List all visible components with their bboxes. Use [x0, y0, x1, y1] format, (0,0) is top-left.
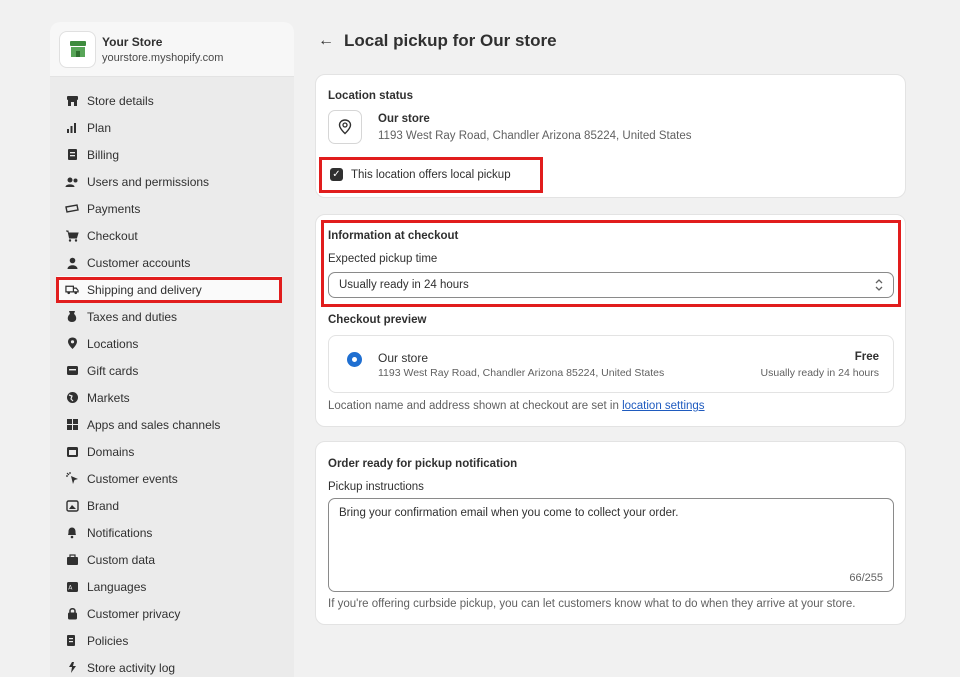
back-arrow-icon[interactable]: ←: [318, 32, 334, 50]
notification-title: Order ready for pickup notification: [328, 458, 518, 470]
brand-icon: [65, 499, 79, 513]
preview-radio: [347, 352, 362, 367]
bell-icon: [65, 526, 79, 540]
sidebar-item-label: Customer privacy: [87, 606, 181, 621]
sidebar-item-label: Store details: [87, 93, 154, 108]
sidebar-item-markets[interactable]: Markets: [50, 384, 294, 411]
character-counter: 66/255: [849, 572, 883, 584]
store-icon: [65, 94, 79, 108]
sidebar-item-label: Markets: [87, 390, 130, 405]
gift-card-icon: [65, 364, 79, 378]
sidebar-item-domains[interactable]: Domains: [50, 438, 294, 465]
sidebar-item-label: Custom data: [87, 552, 156, 567]
sidebar-item-locations[interactable]: Locations: [50, 330, 294, 357]
person-icon: [65, 256, 79, 270]
settings-nav: Store details Plan Billing Users and permis…: [50, 77, 294, 677]
lock-icon: [65, 607, 79, 621]
sidebar-item-languages[interactable]: A Languages: [50, 573, 294, 600]
sidebar-item-label: Plan: [87, 120, 112, 135]
custom-data-icon: [65, 553, 79, 567]
pickup-instructions-value: Bring your confirmation email when you c…: [339, 507, 679, 519]
highlight-checkout-info: [321, 220, 901, 307]
language-icon: A: [65, 580, 79, 594]
sidebar-item-payments[interactable]: Payments: [50, 195, 294, 222]
checkout-preview-box: Our store 1193 West Ray Road, Chandler A…: [328, 335, 894, 393]
location-icon: [65, 337, 79, 351]
domains-icon: [65, 445, 79, 459]
sidebar-item-checkout[interactable]: Checkout: [50, 222, 294, 249]
cursor-icon: [65, 472, 79, 486]
cart-icon: [65, 229, 79, 243]
location-pin-icon: [328, 110, 362, 144]
instructions-label: Pickup instructions: [328, 481, 424, 493]
sidebar-item-policies[interactable]: Policies: [50, 627, 294, 654]
globe-icon: [65, 391, 79, 405]
notification-card: Order ready for pickup notification Pick…: [315, 441, 906, 625]
plan-icon: [65, 121, 79, 135]
sidebar-item-label: Gift cards: [87, 363, 139, 378]
preview-price: Free: [854, 351, 879, 363]
sidebar-item-users-and-permissions[interactable]: Users and permissions: [50, 168, 294, 195]
highlight-local-pickup: [319, 157, 543, 193]
store-name: Your Store: [102, 34, 163, 49]
location-status-title: Location status: [328, 90, 413, 102]
sidebar-item-label: Notifications: [87, 525, 153, 540]
sidebar-item-store-details[interactable]: Store details: [50, 87, 294, 114]
sidebar-item-customer-accounts[interactable]: Customer accounts: [50, 249, 294, 276]
policies-icon: [65, 634, 79, 648]
sidebar-item-customer-privacy[interactable]: Customer privacy: [50, 600, 294, 627]
notification-help-text: If you're offering curbside pickup, you …: [328, 598, 856, 610]
store-url: yourstore.myshopify.com: [102, 51, 224, 64]
location-address: 1193 West Ray Road, Chandler Arizona 852…: [378, 130, 692, 142]
users-icon: [65, 175, 79, 189]
sidebar-item-label: Customer events: [87, 471, 178, 486]
location-settings-link[interactable]: location settings: [622, 400, 704, 412]
sidebar-item-plan[interactable]: Plan: [50, 114, 294, 141]
highlight-shipping-nav: [56, 277, 282, 303]
store-logo-icon: [59, 30, 96, 68]
sidebar-item-brand[interactable]: Brand: [50, 492, 294, 519]
sidebar-item-label: Taxes and duties: [87, 309, 178, 324]
sidebar-item-gift-cards[interactable]: Gift cards: [50, 357, 294, 384]
sidebar-item-label: Domains: [87, 444, 135, 459]
payments-icon: [65, 202, 79, 216]
taxes-icon: [65, 310, 79, 324]
checkout-footer: Location name and address shown at check…: [328, 400, 705, 412]
sidebar-item-apps-and-sales-channels[interactable]: Apps and sales channels: [50, 411, 294, 438]
apps-icon: [65, 418, 79, 432]
sidebar-item-label: Policies: [87, 633, 129, 648]
sidebar-item-label: Checkout: [87, 228, 138, 243]
settings-sidebar: Your Store yourstore.myshopify.com Store…: [50, 22, 294, 677]
sidebar-item-label: Languages: [87, 579, 147, 594]
preview-address: 1193 West Ray Road, Chandler Arizona 852…: [378, 367, 665, 379]
store-header[interactable]: Your Store yourstore.myshopify.com: [50, 22, 294, 77]
sidebar-item-label: Payments: [87, 201, 141, 216]
sidebar-item-customer-events[interactable]: Customer events: [50, 465, 294, 492]
location-name: Our store: [378, 113, 430, 125]
sidebar-item-label: Users and permissions: [87, 174, 210, 189]
sidebar-item-notifications[interactable]: Notifications: [50, 519, 294, 546]
sidebar-item-label: Brand: [87, 498, 120, 513]
page-title: Local pickup for Our store: [344, 31, 557, 50]
pickup-instructions-textarea[interactable]: Bring your confirmation email when you c…: [328, 498, 894, 592]
sidebar-item-label: Store activity log: [87, 660, 176, 675]
sidebar-item-store-activity-log[interactable]: Store activity log: [50, 654, 294, 677]
sidebar-item-label: Customer accounts: [87, 255, 191, 270]
page-header: ← Local pickup for Our store: [318, 31, 557, 51]
preview-location-name: Our store: [378, 351, 429, 365]
checkout-footer-text: Location name and address shown at check…: [328, 400, 619, 412]
activity-icon: [65, 661, 79, 675]
preview-ready-time: Usually ready in 24 hours: [760, 367, 879, 379]
sidebar-item-label: Apps and sales channels: [87, 417, 221, 432]
sidebar-item-custom-data[interactable]: Custom data: [50, 546, 294, 573]
billing-icon: [65, 148, 79, 162]
sidebar-item-billing[interactable]: Billing: [50, 141, 294, 168]
sidebar-item-taxes-and-duties[interactable]: Taxes and duties: [50, 303, 294, 330]
checkout-preview-title: Checkout preview: [328, 314, 427, 326]
sidebar-item-label: Locations: [87, 336, 139, 351]
sidebar-item-label: Billing: [87, 147, 120, 162]
